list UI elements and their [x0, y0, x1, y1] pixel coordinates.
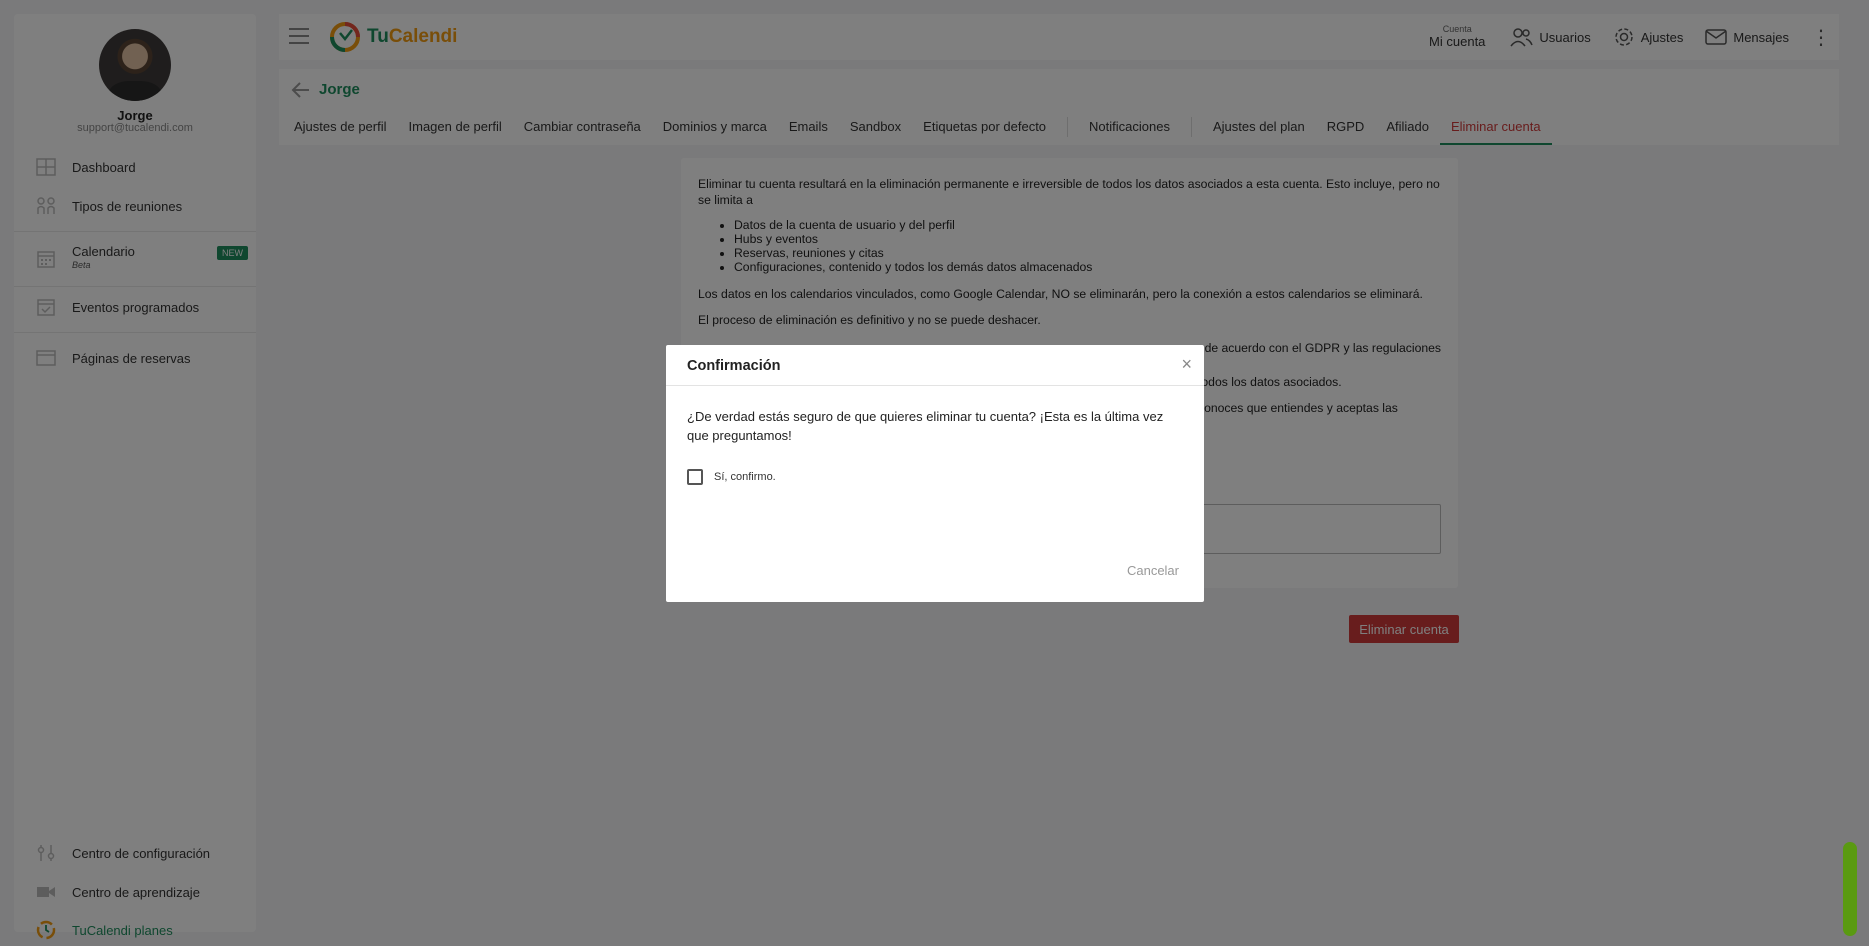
confirmation-modal: Confirmación × ¿De verdad estás seguro d…	[666, 345, 1204, 602]
modal-message: ¿De verdad estás seguro de que quieres e…	[687, 409, 1164, 443]
confirm-checkbox-label[interactable]: Sí, confirmo.	[714, 471, 776, 483]
confirm-checkbox-row[interactable]: Sí, confirmo.	[687, 469, 776, 485]
cancel-button[interactable]: Cancelar	[1127, 563, 1179, 578]
modal-title: Confirmación	[687, 358, 781, 374]
close-icon[interactable]: ×	[1181, 354, 1192, 375]
modal-header: Confirmación ×	[666, 345, 1204, 386]
confirm-checkbox[interactable]	[687, 469, 703, 485]
scrollbar[interactable]	[1843, 842, 1857, 936]
